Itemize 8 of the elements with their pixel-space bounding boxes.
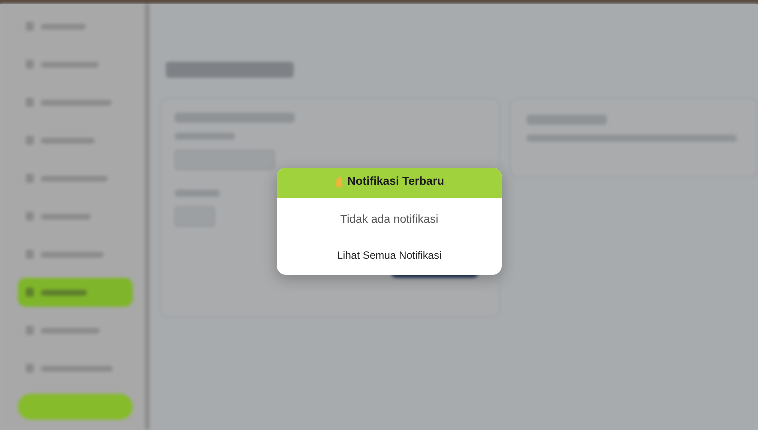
blurred-field-label	[175, 190, 220, 197]
bell-icon	[334, 177, 344, 189]
logout-button[interactable]	[18, 394, 133, 420]
sidebar-item[interactable]	[18, 278, 133, 307]
popup-title: Notifikasi Terbaru	[348, 175, 444, 190]
empty-message: Tidak ada notifikasi	[339, 213, 440, 228]
blurred-field-label	[175, 133, 235, 140]
view-all-link[interactable]: Lihat Semua Notifikasi	[337, 249, 442, 265]
